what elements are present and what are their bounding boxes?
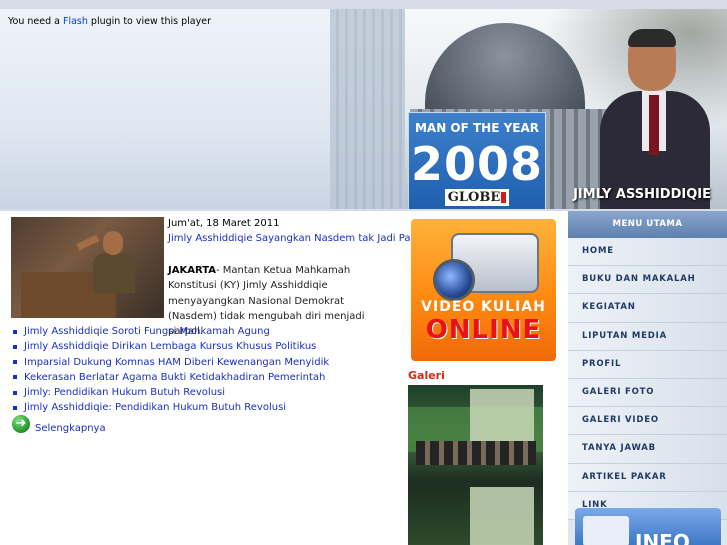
- main-content: Jum'at, 18 Maret 2011 Jimly Asshiddiqie …: [0, 211, 569, 545]
- folder-icon: [583, 516, 629, 545]
- award-year: 2008: [410, 137, 544, 191]
- galeri-poster: [470, 389, 534, 449]
- news-photo[interactable]: [11, 217, 164, 318]
- menu-item-kegiatan[interactable]: KEGIATAN: [568, 294, 727, 323]
- menu-item-home[interactable]: HOME: [568, 238, 727, 267]
- read-more-link[interactable]: ➜ Selengkapnya: [12, 415, 106, 434]
- news-list: Jimly Asshiddiqie Soroti Fungsi Mahkamah…: [12, 324, 329, 416]
- news-list-item[interactable]: Imparsial Dukung Komnas HAM Diberi Kewen…: [12, 355, 329, 370]
- menu-item-tanya-jawab[interactable]: TANYA JAWAB: [568, 435, 727, 464]
- main-menu: MENU UTAMA HOME BUKU DAN MAKALAH KEGIATA…: [568, 211, 727, 545]
- lead-city: JAKARTA: [168, 265, 216, 276]
- flash-suffix: plugin to view this player: [87, 16, 211, 27]
- flash-message: You need a Flash plugin to view this pla…: [8, 16, 211, 27]
- name-caption: JIMLY ASSHIDDIQIE: [573, 187, 711, 202]
- menu-item-galeri-video[interactable]: GALERI VIDEO: [568, 407, 727, 436]
- galeri-poster: [470, 487, 534, 545]
- flash-prefix: You need a: [8, 16, 63, 27]
- video-kuliah-banner[interactable]: VIDEO KULIAH ONLINE: [411, 219, 556, 361]
- news-list-item[interactable]: Jimly Asshiddiqie Dirikan Lembaga Kursus…: [12, 339, 329, 354]
- video-banner-line1: VIDEO KULIAH: [421, 299, 546, 315]
- info-banner[interactable]: INFO: [575, 508, 721, 545]
- flash-link[interactable]: Flash: [63, 16, 88, 27]
- menu-item-artikel-pakar[interactable]: ARTIKEL PAKAR: [568, 463, 727, 492]
- globe-logo-mark: [501, 192, 507, 203]
- info-banner-label: INFO: [635, 530, 690, 545]
- camera-lens-icon: [433, 259, 475, 301]
- portrait-image: [600, 29, 710, 209]
- read-more-label[interactable]: Selengkapnya: [35, 423, 106, 434]
- menu-header: MENU UTAMA: [568, 211, 727, 238]
- video-banner-line2: ONLINE: [425, 315, 542, 345]
- portrait-hair: [628, 29, 676, 47]
- news-date: Jum'at, 18 Maret 2011: [168, 218, 280, 229]
- speaker-body: [93, 253, 135, 293]
- menu-item-liputan-media[interactable]: LIPUTAN MEDIA: [568, 322, 727, 351]
- portrait-tie: [649, 95, 659, 155]
- menu-item-galeri-foto[interactable]: GALERI FOTO: [568, 378, 727, 408]
- news-headline-link[interactable]: Jimly Asshiddiqie Sayangkan Nasdem tak J…: [168, 233, 430, 244]
- news-list-item[interactable]: Jimly Asshiddiqie: Pendidikan Hukum Butu…: [12, 400, 329, 415]
- news-list-item[interactable]: Jimly: Pendidikan Hukum Butuh Revolusi: [12, 385, 329, 400]
- globe-logo-text: GLOBE: [447, 190, 501, 205]
- galeri-title: Galeri: [408, 369, 445, 382]
- news-list-item[interactable]: Jimly Asshiddiqie Soroti Fungsi Mahkamah…: [12, 324, 329, 339]
- globe-logo: GLOBE: [445, 189, 509, 206]
- speaker-arm: [76, 234, 100, 251]
- man-of-the-year-badge: MAN OF THE YEAR 2008 GLOBE: [408, 112, 546, 209]
- speaker-head: [103, 231, 123, 255]
- menu-item-buku-dan-makalah[interactable]: BUKU DAN MAKALAH: [568, 266, 727, 295]
- header-banner: You need a Flash plugin to view this pla…: [0, 9, 727, 209]
- galeri-photo[interactable]: [408, 385, 543, 545]
- arrow-right-icon[interactable]: ➜: [12, 415, 30, 433]
- award-label: MAN OF THE YEAR: [414, 121, 540, 135]
- galeri-people: [416, 441, 536, 465]
- menu-item-profil[interactable]: PROFIL: [568, 350, 727, 379]
- news-list-item[interactable]: Kekerasan Berlatar Agama Bukti Ketidakha…: [12, 370, 329, 385]
